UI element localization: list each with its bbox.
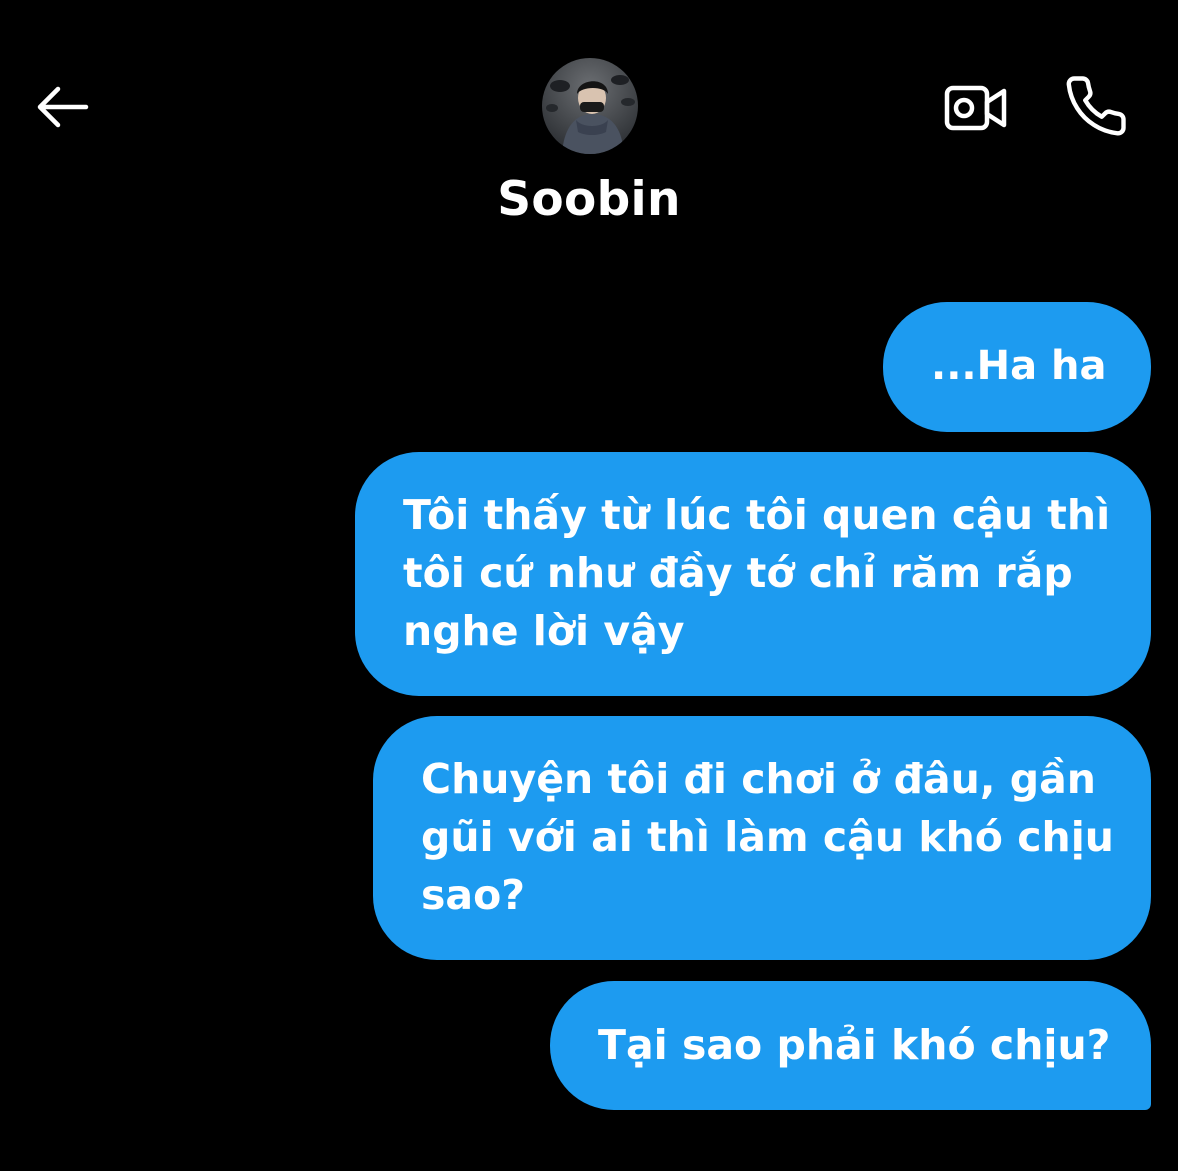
arrow-left-icon — [37, 86, 89, 128]
avatar[interactable] — [542, 58, 638, 154]
chat-header: Soobin — [0, 0, 1178, 260]
message-bubble[interactable]: Tại sao phải khó chịu? — [550, 981, 1151, 1110]
message-bubble[interactable]: Chuyện tôi đi chơi ở đâu, gần gũi với ai… — [373, 716, 1151, 960]
avatar-photo — [542, 58, 638, 154]
message-bubble[interactable]: ...Ha ha — [883, 302, 1151, 432]
contact-name[interactable]: Soobin — [0, 172, 1178, 227]
video-camera-icon — [944, 85, 1007, 131]
back-button[interactable] — [22, 72, 102, 142]
message-bubble[interactable]: Tôi thấy từ lúc tôi quen cậu thì tôi cứ … — [355, 452, 1151, 696]
video-call-button[interactable] — [934, 66, 1018, 150]
phone-icon — [1066, 76, 1126, 136]
voice-call-button[interactable] — [1054, 64, 1138, 148]
